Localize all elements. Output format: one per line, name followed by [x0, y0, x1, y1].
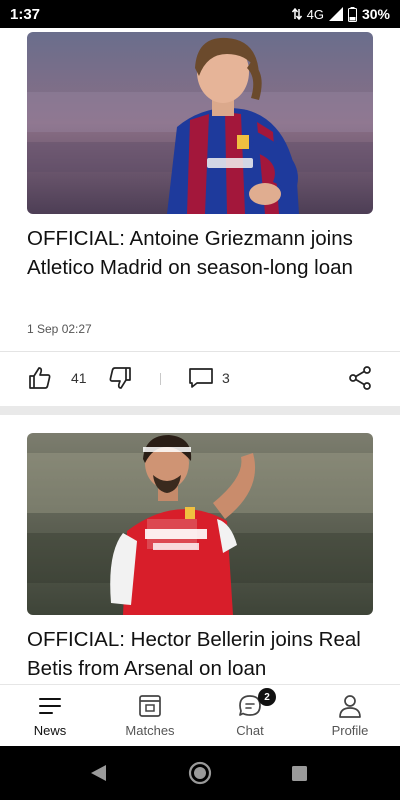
news-feed[interactable]: OFFICIAL: Antoine Griezmann joins Atleti…: [0, 28, 400, 684]
back-icon[interactable]: [91, 765, 106, 781]
player-photo-arsenal-kit: [27, 433, 373, 615]
matches-icon: [139, 695, 161, 717]
nav-label: News: [33, 723, 67, 738]
article-headline[interactable]: OFFICIAL: Antoine Griezmann joins Atleti…: [27, 224, 379, 282]
profile-icon: [339, 695, 361, 718]
comment-icon: [189, 368, 213, 388]
nav-label: Matches: [125, 723, 175, 738]
share-icon: [349, 366, 371, 390]
nav-item-chat[interactable]: 2 Chat: [200, 685, 300, 746]
like-count: 41: [71, 370, 87, 386]
battery-percent: 30%: [361, 6, 390, 22]
chat-badge: 2: [258, 688, 276, 706]
comment-count: 3: [222, 370, 230, 386]
article-image[interactable]: [27, 433, 373, 615]
recents-icon[interactable]: [292, 766, 307, 781]
nav-label: Chat: [236, 723, 264, 738]
article-headline[interactable]: OFFICIAL: Hector Bellerin joins Real Bet…: [27, 625, 379, 683]
thumbs-up-icon: [29, 367, 51, 389]
battery-icon: [347, 6, 357, 22]
network-type: 4G: [306, 6, 324, 22]
article-actions: 41 3: [0, 352, 400, 406]
separator: [160, 373, 161, 385]
nav-item-matches[interactable]: Matches: [100, 685, 200, 746]
news-icon: [39, 698, 61, 714]
nav-label: Profile: [331, 723, 369, 738]
status-time: 1:37: [10, 5, 41, 23]
like-button[interactable]: [28, 366, 52, 390]
nav-item-news[interactable]: News: [0, 685, 100, 746]
comment-button[interactable]: [188, 366, 214, 390]
share-button[interactable]: [348, 366, 372, 390]
article-date: 1 Sep 02:27: [27, 322, 92, 336]
data-transfer-icon: [291, 8, 302, 20]
card-divider: [0, 406, 400, 415]
bottom-navigation: News Matches 2 Chat Profile: [0, 684, 400, 746]
status-bar: 1:37 4G 30%: [0, 0, 400, 28]
article-image[interactable]: [27, 32, 373, 214]
dislike-button[interactable]: [108, 366, 132, 390]
system-navigation-bar: [0, 746, 400, 800]
nav-item-profile[interactable]: Profile: [300, 685, 400, 746]
status-indicators: 4G 30%: [291, 6, 390, 22]
system-nav-icons: [91, 761, 307, 785]
thumbs-down-icon: [109, 367, 131, 389]
player-photo-barcelona-kit: [27, 32, 373, 214]
signal-icon: [328, 7, 343, 21]
